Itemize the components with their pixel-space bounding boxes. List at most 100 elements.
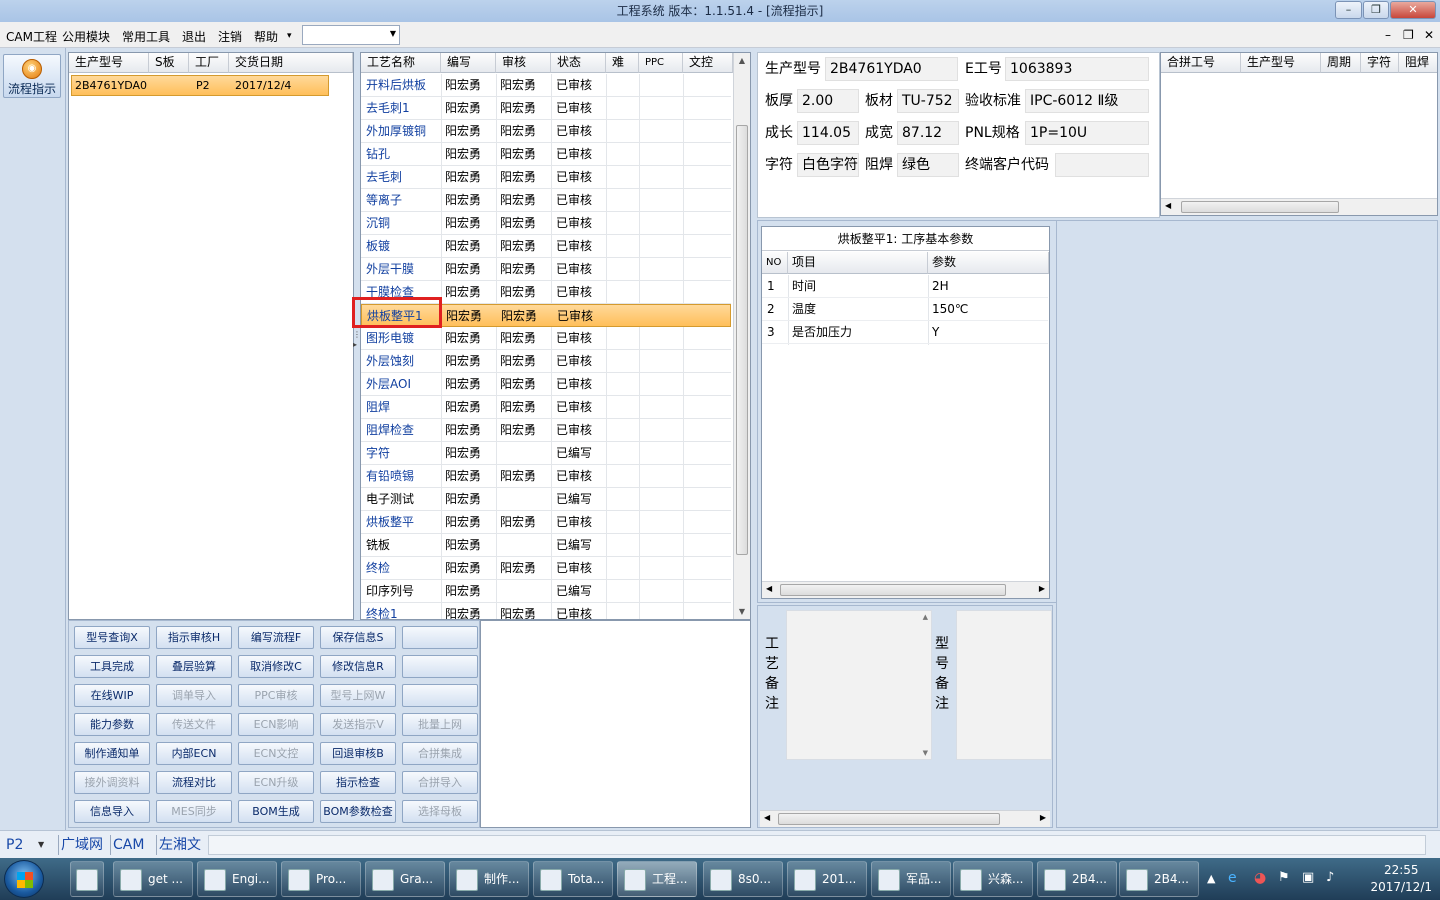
process-row[interactable]: 开料后烘板 阳宏勇 阳宏勇 已审核: [361, 74, 731, 97]
process-row[interactable]: 终检 阳宏勇 阳宏勇 已审核: [361, 557, 731, 580]
taskbar-button[interactable]: 201...: [787, 861, 867, 897]
action-button-4-1[interactable]: 内部ECN: [156, 742, 232, 765]
scroll-up-icon[interactable]: ▲: [923, 613, 928, 621]
process-row[interactable]: 阻焊检查 阳宏勇 阳宏勇 已审核: [361, 419, 731, 442]
action-button-5-4[interactable]: 合拼导入: [402, 771, 478, 794]
process-row[interactable]: 沉铜 阳宏勇 阳宏勇 已审核: [361, 212, 731, 235]
action-button-1-1[interactable]: 叠层验算: [156, 655, 232, 678]
scroll-down-icon[interactable]: ▼: [734, 607, 750, 616]
col-merge-eno[interactable]: 合拼工号: [1161, 53, 1241, 73]
process-row[interactable]: 电子测试 阳宏勇 已编写: [361, 488, 731, 511]
col-delivery[interactable]: 交货日期: [229, 53, 353, 73]
action-button-0-1[interactable]: 指示审核H: [156, 626, 232, 649]
process-row[interactable]: 去毛刺1 阳宏勇 阳宏勇 已审核: [361, 97, 731, 120]
menu-help[interactable]: 帮助: [254, 28, 278, 45]
notes-scroll-thumb[interactable]: [778, 813, 1000, 825]
action-button-4-0[interactable]: 制作通知单: [74, 742, 150, 765]
scroll-right-icon[interactable]: ▶: [1039, 584, 1045, 593]
taskbar-button[interactable]: Tota...: [533, 861, 613, 897]
process-row[interactable]: 等离子 阳宏勇 阳宏勇 已审核: [361, 189, 731, 212]
process-row[interactable]: 板镀 阳宏勇 阳宏勇 已审核: [361, 235, 731, 258]
process-row[interactable]: 外层干膜 阳宏勇 阳宏勇 已审核: [361, 258, 731, 281]
taskbar-button[interactable]: 工程...: [617, 861, 697, 897]
col-merge-char[interactable]: 字符: [1361, 53, 1399, 73]
process-note-area[interactable]: ▲ ▼: [786, 610, 932, 760]
col-ppc[interactable]: PPC: [639, 53, 683, 73]
scroll-up-icon[interactable]: ▲: [734, 56, 750, 65]
chevron-down-icon[interactable]: ▼: [38, 835, 44, 855]
action-button-6-0[interactable]: 信息导入: [74, 800, 150, 823]
action-button-4-2[interactable]: ECN文控: [238, 742, 314, 765]
action-button-5-0[interactable]: 接外调资料: [74, 771, 150, 794]
process-row[interactable]: 铣板 阳宏勇 已编写: [361, 534, 731, 557]
col-model[interactable]: 生产型号: [69, 53, 149, 73]
param-row[interactable]: 2 温度 150℃: [762, 298, 1048, 321]
scroll-down-icon[interactable]: ▼: [923, 749, 928, 757]
action-button-3-4[interactable]: 批量上网: [402, 713, 478, 736]
scroll-left-icon[interactable]: ◀: [766, 584, 772, 593]
scroll-left-icon[interactable]: ◀: [1165, 201, 1171, 210]
action-button-2-4[interactable]: [402, 684, 478, 707]
action-button-3-2[interactable]: ECN影响: [238, 713, 314, 736]
menu-tools[interactable]: 常用工具: [122, 28, 170, 45]
process-row[interactable]: 钻孔 阳宏勇 阳宏勇 已审核: [361, 143, 731, 166]
process-row[interactable]: 图形电镀 阳宏勇 阳宏勇 已审核: [361, 327, 731, 350]
mdi-minimize-button[interactable]: –: [1385, 28, 1391, 42]
restore-button[interactable]: ❐: [1363, 1, 1389, 19]
antivirus-icon[interactable]: ◕: [1254, 870, 1266, 886]
scroll-right-icon[interactable]: ▶: [1040, 813, 1046, 822]
action-button-1-3[interactable]: 修改信息R: [320, 655, 396, 678]
col-merge-model[interactable]: 生产型号: [1241, 53, 1321, 73]
taskbar-button[interactable]: 兴森...: [953, 861, 1033, 897]
scroll-thumb[interactable]: [736, 125, 748, 555]
action-button-3-3[interactable]: 发送指示V: [320, 713, 396, 736]
process-scrollbar[interactable]: ▲ ▼: [733, 53, 750, 619]
process-row[interactable]: 有铅喷锡 阳宏勇 阳宏勇 已审核: [361, 465, 731, 488]
factory-select[interactable]: P2: [6, 835, 23, 855]
model-note-area[interactable]: [956, 610, 1052, 760]
action-button-1-4[interactable]: [402, 655, 478, 678]
col-writer[interactable]: 编写: [441, 53, 496, 73]
order-row[interactable]: 2B4761YDA0 P2 2017/12/4: [71, 75, 329, 96]
taskbar-button[interactable]: 军品...: [871, 861, 951, 897]
taskbar-button[interactable]: Pro...: [281, 861, 361, 897]
mdi-close-button[interactable]: ✕: [1424, 28, 1434, 42]
process-row[interactable]: 外加厚镀铜 阳宏勇 阳宏勇 已审核: [361, 120, 731, 143]
action-button-6-4[interactable]: 选择母板: [402, 800, 478, 823]
action-button-2-3[interactable]: 型号上网W: [320, 684, 396, 707]
merge-scroll-thumb[interactable]: [1181, 201, 1339, 213]
volume-icon[interactable]: ♪: [1326, 870, 1334, 885]
tray-expand-icon[interactable]: ▲: [1207, 872, 1215, 885]
col-param-no[interactable]: NO: [762, 252, 788, 274]
col-param-value[interactable]: 参数: [928, 252, 1049, 274]
flag-icon[interactable]: ⚑: [1278, 870, 1290, 885]
col-reviewer[interactable]: 审核: [496, 53, 551, 73]
action-button-1-0[interactable]: 工具完成: [74, 655, 150, 678]
process-row[interactable]: 字符 阳宏勇 已编写: [361, 442, 731, 465]
taskbar-button[interactable]: Engi...: [197, 861, 277, 897]
col-merge-mask[interactable]: 阻焊: [1399, 53, 1437, 73]
process-row[interactable]: 外层AOI 阳宏勇 阳宏勇 已审核: [361, 373, 731, 396]
param-row[interactable]: 1 时间 2H: [762, 275, 1048, 298]
scroll-left-icon[interactable]: ◀: [764, 813, 770, 822]
col-sboard[interactable]: S板: [149, 53, 189, 73]
help-dropdown-icon[interactable]: ▾: [287, 31, 292, 41]
params-scroll-thumb[interactable]: [780, 584, 1006, 596]
close-button[interactable]: ✕: [1390, 1, 1436, 19]
clock[interactable]: 22:55 2017/12/1: [1370, 862, 1432, 896]
action-button-6-2[interactable]: BOM生成: [238, 800, 314, 823]
col-doc-control[interactable]: 文控: [683, 53, 733, 73]
taskbar-button[interactable]: 2B4...: [1037, 861, 1117, 897]
action-button-3-1[interactable]: 传送文件: [156, 713, 232, 736]
action-button-1-2[interactable]: 取消修改C: [238, 655, 314, 678]
menu-logout[interactable]: 注销: [218, 28, 242, 45]
minimize-button[interactable]: –: [1335, 1, 1362, 19]
menu-exit[interactable]: 退出: [182, 28, 206, 45]
network-icon[interactable]: ▣: [1302, 870, 1314, 885]
col-param-item[interactable]: 项目: [788, 252, 928, 274]
action-button-5-2[interactable]: ECN升级: [238, 771, 314, 794]
action-button-2-1[interactable]: 调单导入: [156, 684, 232, 707]
calculator-taskbar-button[interactable]: [70, 861, 104, 897]
action-button-0-3[interactable]: 保存信息S: [320, 626, 396, 649]
process-row[interactable]: 印序列号 阳宏勇 已编写: [361, 580, 731, 603]
